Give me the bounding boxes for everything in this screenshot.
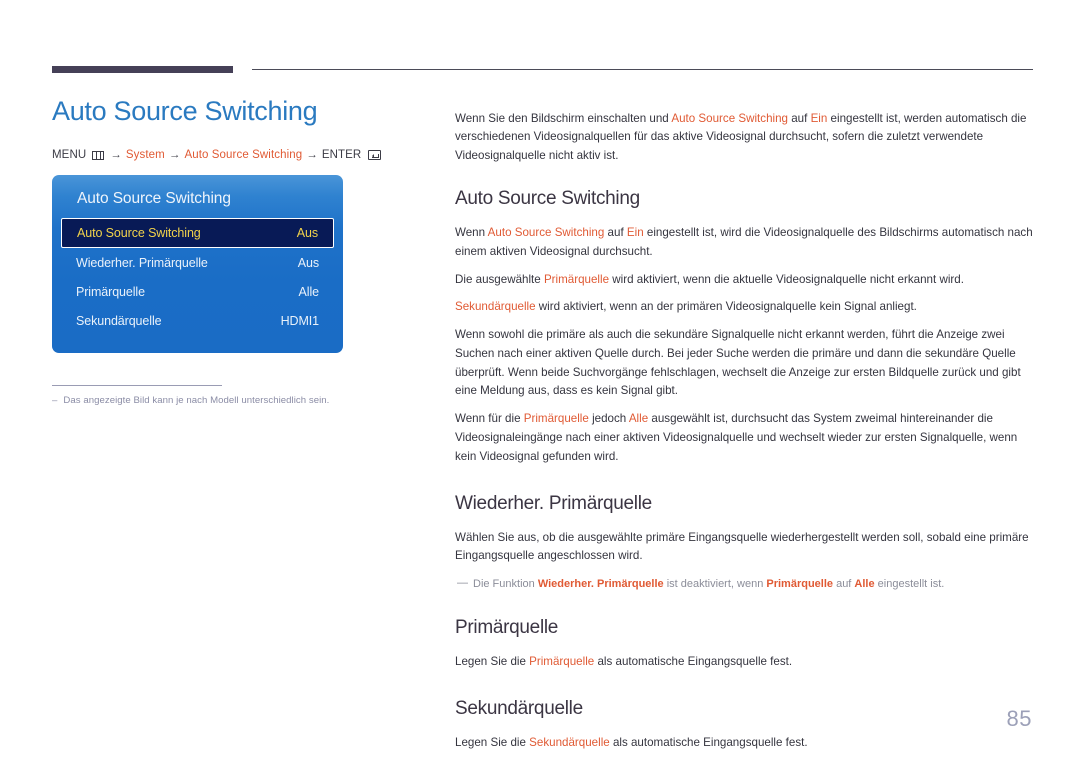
osd-row-list: Auto Source Switching Aus Wiederher. Primä… [52,218,343,335]
section-paragraph: Die ausgewählte Primärquelle wird aktivi… [455,271,1033,290]
content-section: Sekundärquelle Legen Sie die Sekundärquel… [455,698,1033,753]
note-text-6: eingestellt ist. [874,578,945,591]
paragraph-keyword-3: Ein [626,225,644,239]
osd-row[interactable]: Sekundärquelle HDMI1 [61,306,334,335]
paragraph-text-2: jedoch [588,412,629,426]
paragraph-keyword-1: Sekundärquelle [529,735,610,749]
intro-paragraph: Wenn Sie den Bildschirm einschalten und … [455,110,1033,166]
osd-row[interactable]: Wiederher. Primärquelle Aus [61,248,334,277]
section-paragraph: Sekundärquelle wird aktiviert, wenn an d… [455,298,1033,317]
intro-keyword-2: Ein [810,111,828,125]
osd-row[interactable]: Auto Source Switching Aus [61,218,334,249]
note-text-2: ist deaktiviert, wenn [663,578,767,591]
intro-text-1: Wenn Sie den Bildschirm einschalten und [455,111,672,125]
paragraph-text-1: wird aktiviert, wenn an der primären Vid… [535,300,917,314]
page-title: Auto Source Switching [52,96,318,126]
paragraph-keyword-1: Auto Source Switching [487,225,605,239]
osd-title: Auto Source Switching [77,190,231,208]
paragraph-text-0: Wenn [455,225,488,239]
note-keyword-1: Wiederher. Primärquelle [537,578,664,591]
osd-panel: Auto Source Switching Auto Source Switch… [52,175,343,354]
intro-keyword-1: Auto Source Switching [671,111,788,125]
content-section: Wiederher. Primärquelle Wählen Sie aus, o… [455,493,1033,594]
breadcrumb-step-auto-source-switching[interactable]: Auto Source Switching [184,149,302,161]
intro-text-2: auf [788,111,811,125]
paragraph-text-0: Legen Sie die [455,655,530,669]
note-text-4: auf [833,578,855,591]
breadcrumb-arrow-2: → [168,149,181,162]
note-body: Die Funktion Wiederher. Primärquelle ist… [473,576,944,593]
paragraph-keyword-1: Primärquelle [529,655,595,669]
paragraph-text-0: Legen Sie die [455,735,530,749]
osd-row-label: Auto Source Switching [77,226,201,241]
header-rule-thin [252,69,1033,70]
paragraph-keyword-3: Alle [628,412,649,426]
note-keyword-3: Primärquelle [766,578,834,591]
breadcrumb-step-system[interactable]: System [126,149,165,161]
menu-label: MENU [52,149,87,162]
paragraph-text-2: auf [604,225,627,239]
enter-label: ENTER [321,149,362,162]
paragraph-keyword-1: Primärquelle [543,272,610,286]
osd-row-value: Aus [296,226,318,241]
paragraph-text-0: Wenn für die [455,412,524,426]
menu-path-breadcrumb: MENU → System → Auto Source Switching → … [52,149,412,161]
paragraph-keyword-0: Sekundärquelle [455,300,536,314]
osd-row-label: Sekundärquelle [76,313,162,328]
section-paragraph: Wenn Auto Source Switching auf Ein einge… [455,224,1033,262]
osd-row-value: Aus [297,255,319,270]
section-heading: Wiederher. Primärquelle [455,492,652,514]
footnote-dash: – [52,395,58,407]
section-paragraph: Wenn für die Primärquelle jedoch Alle au… [455,410,1033,466]
paragraph-text-2: als automatische Eingangsquelle fest. [609,735,808,749]
section-note: — Die Funktion Wiederher. Primärquelle is… [455,576,1033,593]
header-rule-thick [52,66,233,73]
osd-row-value: Alle [298,284,320,299]
osd-row-value: HDMI1 [280,313,320,328]
paragraph-text-0: Wählen Sie aus, ob die ausgewählte primä… [455,530,1029,563]
osd-row-label: Wiederher. Primärquelle [76,255,208,270]
section-list: Auto Source Switching Wenn Auto Source Sw… [455,188,1033,753]
menu-grid-icon [92,150,105,160]
enter-key-icon [368,150,382,160]
section-paragraph: Legen Sie die Primärquelle als automatis… [455,653,1033,672]
paragraph-text-2: wird aktiviert, wenn die aktuelle Videos… [609,272,964,286]
breadcrumb-arrow-1: → [110,149,122,162]
osd-row-label: Primärquelle [76,284,145,299]
left-column: Auto Source Switching MENU → System → Au… [52,96,412,406]
section-paragraph: Wenn sowohl die primäre als auch die sek… [455,326,1033,401]
left-footnote: – Das angezeigte Bild kann je nach Model… [52,395,412,406]
paragraph-keyword-1: Primärquelle [523,412,589,426]
note-text-0: Die Funktion [473,578,538,591]
breadcrumb-arrow-3: → [306,149,318,162]
content-section: Primärquelle Legen Sie die Primärquelle a… [455,617,1033,672]
paragraph-text-2: als automatische Eingangsquelle fest. [594,655,793,669]
paragraph-text-0: Die ausgewählte [455,272,544,286]
osd-row[interactable]: Primärquelle Alle [61,277,334,306]
footnote-text: Das angezeigte Bild kann je nach Modell … [63,395,330,407]
content-section: Auto Source Switching Wenn Auto Source Sw… [455,188,1033,467]
page-number: 85 [1006,706,1032,731]
note-dash: — [457,577,468,590]
section-paragraph: Wählen Sie aus, ob die ausgewählte primä… [455,529,1033,567]
section-heading: Sekundärquelle [455,697,583,719]
section-paragraph: Legen Sie die Sekundärquelle als automat… [455,734,1033,753]
section-heading: Auto Source Switching [455,187,640,209]
right-column: Wenn Sie den Bildschirm einschalten und … [455,98,1033,779]
footnote-divider [52,385,222,387]
section-heading: Primärquelle [455,617,559,639]
note-keyword-5: Alle [854,578,875,591]
paragraph-text-0: Wenn sowohl die primäre als auch die sek… [455,328,1021,398]
